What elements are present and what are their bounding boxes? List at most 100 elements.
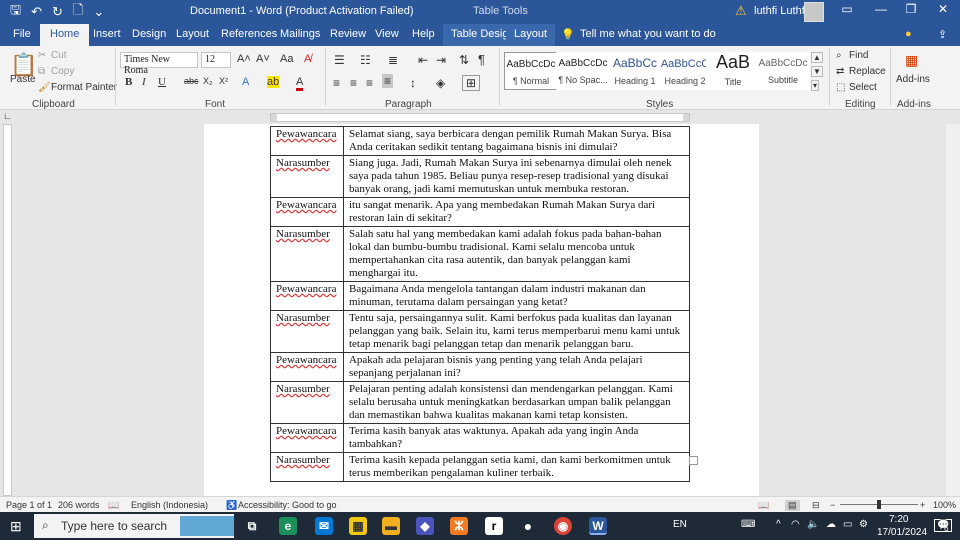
warning-icon[interactable]: ⚠ <box>735 3 747 19</box>
table-row[interactable]: Narasumber Pelajaran penting adalah konsi… <box>270 381 691 424</box>
tab-home[interactable]: Home <box>40 24 90 46</box>
styles-scroll-down-icon[interactable]: ▼ <box>811 66 823 77</box>
increase-indent-icon[interactable]: ⇥ <box>436 53 446 67</box>
select-button[interactable]: Select <box>849 82 877 93</box>
speaker-cell[interactable]: Pewawancara <box>270 126 344 156</box>
tab-file[interactable]: File <box>13 28 31 40</box>
italic-icon[interactable]: I <box>142 76 146 88</box>
edge-icon[interactable]: e <box>279 517 297 535</box>
redo-icon[interactable]: ↻ <box>52 4 63 20</box>
language-indicator[interactable]: English (Indonesia) <box>131 500 208 510</box>
bold-icon[interactable]: B <box>125 76 132 88</box>
justify-icon[interactable]: ≡ <box>382 74 394 88</box>
web-layout-icon[interactable]: ⊟ <box>812 500 820 511</box>
style-heading-2[interactable]: AaBbCcC Heading 2 <box>658 52 712 90</box>
tray-chevron-icon[interactable]: ^ <box>776 519 781 530</box>
table-row[interactable]: Narasumber Siang juga. Jadi, Rumah Makan … <box>270 155 691 198</box>
subscript-icon[interactable]: X₂ <box>203 76 213 86</box>
styles-more-icon[interactable]: ▾ <box>811 80 820 91</box>
windows-start-icon[interactable]: ⊞ <box>10 518 22 535</box>
tab-selector-icon[interactable]: ∟ <box>3 111 12 121</box>
speaker-cell[interactable]: Pewawancara <box>270 281 344 311</box>
add-ins-icon[interactable]: ▦ <box>905 52 918 69</box>
tell-me-search[interactable]: Tell me what you want to do <box>580 28 716 40</box>
shading-icon[interactable]: ◈ <box>436 76 445 90</box>
keyboard-icon[interactable]: ⌨ <box>741 519 755 530</box>
style-subtitle[interactable]: AaBbCcDc Subtitle <box>756 52 810 90</box>
style-heading-1[interactable]: AaBbCc Heading 1 <box>608 52 662 90</box>
tab-references[interactable]: References <box>221 28 277 40</box>
horizontal-ruler[interactable]: ∟ <box>0 110 960 124</box>
shrink-font-icon[interactable]: A˅ <box>256 53 270 65</box>
battery-icon[interactable]: ▭ <box>843 519 852 530</box>
tab-review[interactable]: Review <box>330 28 366 40</box>
table-row[interactable]: Pewawancara Terima kasih banyak atas wakt… <box>270 423 691 453</box>
xampp-icon[interactable]: ⵣ <box>450 517 468 535</box>
speaker-cell[interactable]: Pewawancara <box>270 423 344 453</box>
speaker-cell[interactable]: Pewawancara <box>270 352 344 382</box>
proofing-icon[interactable]: 📖 <box>108 500 119 511</box>
strikethrough-icon[interactable]: abc <box>184 76 199 86</box>
replace-button[interactable]: Replace <box>849 66 886 77</box>
style-no-spacing[interactable]: AaBbCcDc ¶ No Spac... <box>556 52 610 90</box>
app-icon[interactable]: ◆ <box>416 517 434 535</box>
format-painter-icon[interactable]: 🖌 <box>38 82 51 93</box>
numbering-icon[interactable]: ☷ <box>360 53 371 67</box>
page-count[interactable]: Page 1 of 1 <box>6 500 52 510</box>
speaker-cell[interactable]: Narasumber <box>270 381 344 424</box>
terminal-icon[interactable]: r <box>485 517 503 535</box>
line-spacing-icon[interactable]: ↕ <box>410 76 416 90</box>
grow-font-icon[interactable]: A˄ <box>237 53 251 65</box>
speaker-cell[interactable]: Pewawancara <box>270 197 344 227</box>
github-icon[interactable]: ● <box>519 517 537 535</box>
borders-icon[interactable]: ⊞ <box>462 75 481 91</box>
zoom-level[interactable]: 100% <box>933 500 956 510</box>
vertical-ruler[interactable] <box>0 124 14 496</box>
format-painter-button[interactable]: Format Painter <box>51 82 117 93</box>
replace-icon[interactable]: ⇄ <box>836 66 844 77</box>
onedrive-icon[interactable]: ☁ <box>826 519 836 530</box>
paste-button[interactable]: Paste <box>10 74 36 85</box>
network-icon[interactable]: ⚙ <box>859 519 868 530</box>
sort-icon[interactable]: ⇅ <box>459 53 469 67</box>
cut-button[interactable]: Cut <box>51 50 67 61</box>
text-effects-icon[interactable]: A <box>242 76 249 88</box>
table-row[interactable]: Narasumber Terima kasih kepada pelanggan … <box>270 452 691 482</box>
decrease-indent-icon[interactable]: ⇤ <box>418 53 428 67</box>
minimize-button[interactable]: — <box>866 2 896 16</box>
speaker-cell[interactable]: Narasumber <box>270 226 344 282</box>
table-resize-handle[interactable] <box>689 456 698 465</box>
tab-view[interactable]: View <box>375 28 399 40</box>
word-count[interactable]: 206 words <box>58 500 100 510</box>
zoom-out-icon[interactable]: − <box>830 500 835 510</box>
vertical-scrollbar[interactable] <box>946 124 960 496</box>
font-name-box[interactable]: Times New Roma <box>120 52 198 76</box>
align-left-icon[interactable]: ≡ <box>333 76 340 90</box>
styles-scroll-up-icon[interactable]: ▲ <box>811 52 823 63</box>
mail-icon[interactable]: ✉ <box>315 517 333 535</box>
font-size-box[interactable]: 12 <box>201 52 231 68</box>
dialogue-cell[interactable]: Tentu saja, persaingannya sulit. Kami be… <box>342 310 691 353</box>
print-layout-icon[interactable]: ▤ <box>785 500 800 511</box>
tab-layout[interactable]: Layout <box>176 28 209 40</box>
style-normal[interactable]: AaBbCcDc ¶ Normal <box>504 52 558 90</box>
read-mode-icon[interactable]: 📖 <box>758 500 769 511</box>
clear-formatting-icon[interactable]: A̸ <box>304 53 311 65</box>
clock-time[interactable]: 7:20 <box>889 514 908 525</box>
tab-insert[interactable]: Insert <box>93 28 121 40</box>
store-icon[interactable]: ▦ <box>349 517 367 535</box>
file-explorer-icon[interactable]: ▬ <box>382 517 400 535</box>
bullets-icon[interactable]: ☰ <box>334 53 345 67</box>
task-view-icon[interactable]: ⧉ <box>243 517 261 535</box>
underline-icon[interactable]: U <box>158 76 166 88</box>
speaker-icon[interactable]: 🔈 <box>807 519 819 530</box>
find-icon[interactable]: ⌕ <box>836 50 842 61</box>
clock-date[interactable]: 17/01/2024 <box>877 527 927 538</box>
dialogue-cell[interactable]: Terima kasih banyak atas waktunya. Apaka… <box>342 423 691 453</box>
new-document-icon[interactable]: 🗋 <box>73 1 83 23</box>
share-icon[interactable]: ⇪ <box>938 28 947 41</box>
accessibility-status[interactable]: Accessibility: Good to go <box>238 500 337 510</box>
interview-table[interactable]: Pewawancara Selamat siang, saya berbicara… <box>270 126 691 482</box>
find-button[interactable]: Find <box>849 50 868 61</box>
speaker-cell[interactable]: Narasumber <box>270 452 344 482</box>
